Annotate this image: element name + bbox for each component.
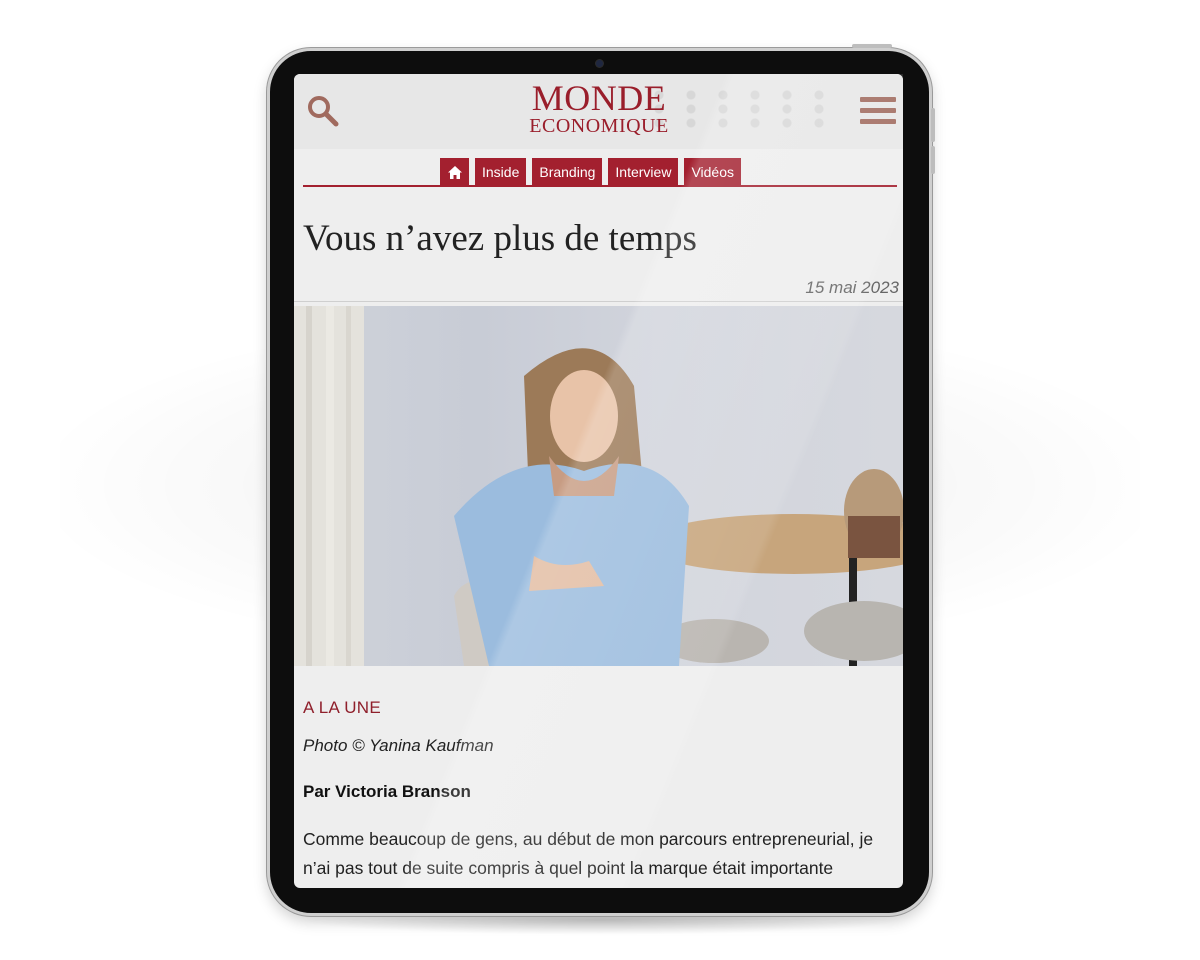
site-logo[interactable]: MONDE ECONOMIQUE <box>494 80 704 136</box>
photo-illustration <box>294 306 903 666</box>
nav-item-branding[interactable]: Branding <box>532 158 603 186</box>
front-camera <box>596 60 603 67</box>
logo-subtitle: ECONOMIQUE <box>529 115 669 137</box>
tablet-volume-down <box>931 146 935 174</box>
site-header: MONDE ECONOMIQUE <box>294 74 903 149</box>
title-divider <box>294 301 903 302</box>
tablet-screen: MONDE ECONOMIQUE Inside Branding Intervi… <box>294 74 903 888</box>
article-body: Comme beaucoup de gens, au début de mon … <box>303 829 874 878</box>
logo-title: MONDE <box>531 78 667 118</box>
nav-item-videos[interactable]: Vidéos <box>684 158 741 186</box>
article-category[interactable]: A LA UNE <box>303 698 381 718</box>
photo-credit: Photo © Yanina Kaufman <box>303 736 494 755</box>
tablet-top-button <box>852 44 892 48</box>
main-nav: Inside Branding Interview Vidéos <box>440 158 741 186</box>
nav-item-inside[interactable]: Inside <box>475 158 527 186</box>
hamburger-icon <box>860 97 896 124</box>
nav-item-interview[interactable]: Interview <box>608 158 679 186</box>
nav-divider <box>303 185 897 187</box>
search-button[interactable] <box>306 94 340 128</box>
home-icon <box>447 165 462 179</box>
nav-home[interactable] <box>440 158 469 186</box>
article-photo[interactable] <box>294 306 903 666</box>
article-byline: Par Victoria Branson <box>303 782 471 801</box>
article-date: 15 mai 2023 <box>805 278 899 297</box>
search-icon <box>308 96 339 127</box>
menu-button[interactable] <box>860 97 896 127</box>
article-title: Vous n’avez plus de temps <box>303 218 697 259</box>
tablet-volume-up <box>931 108 935 142</box>
